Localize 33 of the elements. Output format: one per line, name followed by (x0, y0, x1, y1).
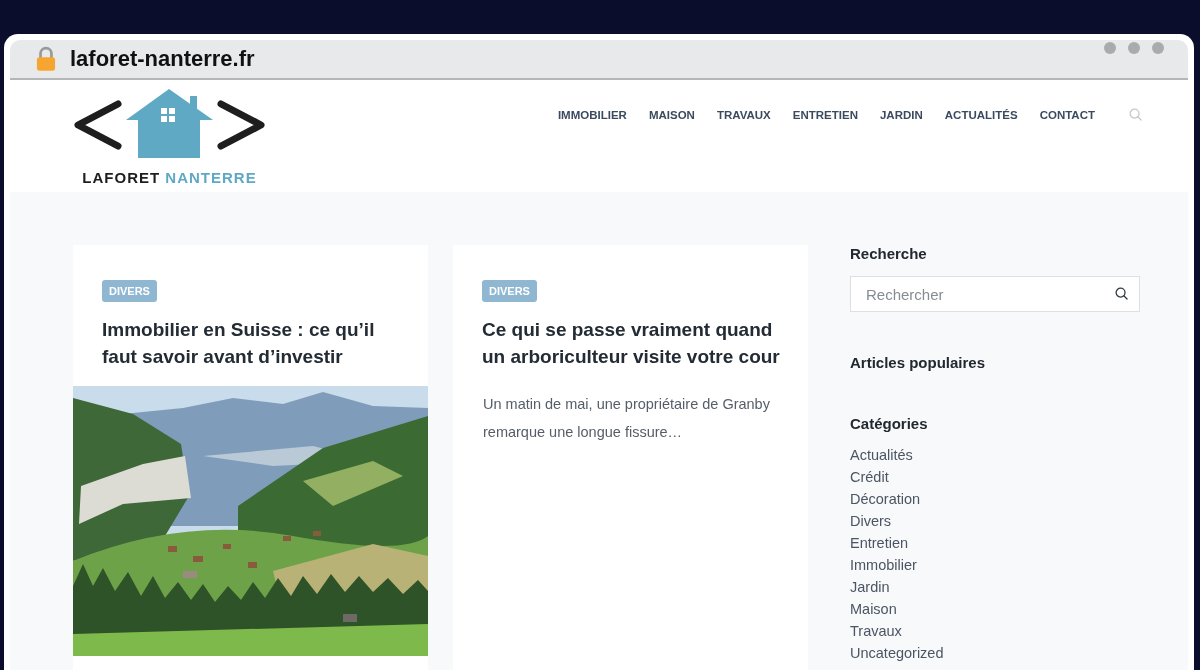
window-dot-icon[interactable] (1152, 42, 1164, 54)
category-link[interactable]: Travaux (850, 623, 902, 639)
post-title[interactable]: Immobilier en Suisse : ce qu’il faut savoir avant d’investir (102, 316, 408, 370)
category-link[interactable]: Divers (850, 513, 892, 529)
widget-heading: Recherche (850, 245, 928, 262)
house-brackets-logo-icon[interactable] (72, 88, 267, 160)
window-dot-icon[interactable] (1104, 42, 1116, 54)
category-link[interactable]: Uncategorized (850, 645, 944, 661)
nav-link[interactable]: TRAVAUX (716, 108, 771, 121)
mountain-landscape-drawing[interactable] (73, 386, 428, 656)
category-link[interactable]: Entretien (850, 535, 909, 551)
window-dot-icon[interactable] (1128, 42, 1140, 54)
logo-text[interactable]: LAFORET NANTERRE (82, 169, 257, 186)
nav-link[interactable]: JARDIN (879, 108, 923, 121)
category-link[interactable]: Actualités (850, 447, 913, 463)
search-icon[interactable] (1115, 287, 1128, 300)
category-link[interactable]: Immobilier (850, 557, 917, 573)
nav-link[interactable]: MAISON (648, 108, 695, 121)
post-title[interactable]: Ce qui se passe vraiment quand un arboriculteur visite votre cour (482, 316, 788, 370)
category-link[interactable]: Jardin (850, 579, 890, 595)
post-excerpt: Un matin de mai, une propriétaire de Granby remarque une longue fissure… (483, 395, 771, 442)
category-link[interactable]: Maison (850, 601, 897, 617)
nav-link[interactable]: CONTACT (1039, 108, 1095, 121)
widget-heading: Catégories (850, 415, 929, 432)
padlock-icon (36, 46, 56, 72)
nav-link[interactable]: IMMOBILIER (557, 108, 627, 121)
nav-link[interactable]: ACTUALITÉS (944, 108, 1018, 121)
widget-heading: Articles populaires (850, 354, 987, 371)
nav-link[interactable]: ENTRETIEN (792, 108, 858, 121)
search-field[interactable]: Rechercher (850, 276, 1140, 312)
url-text[interactable]: laforet-nanterre.fr (70, 46, 255, 72)
category-link[interactable]: Décoration (850, 491, 921, 507)
category-link[interactable]: Crédit (850, 469, 889, 485)
